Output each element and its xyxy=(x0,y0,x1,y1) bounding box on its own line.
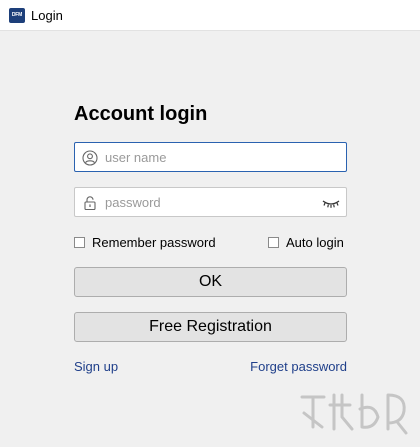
auto-login-checkbox[interactable] xyxy=(268,236,279,248)
window-title: Login xyxy=(31,8,63,23)
eye-closed-icon[interactable] xyxy=(322,196,340,210)
lock-icon xyxy=(84,196,96,211)
auto-login-label: Auto login xyxy=(286,234,344,250)
forget-password-link[interactable]: Forget password xyxy=(250,359,347,374)
sign-up-link[interactable]: Sign up xyxy=(74,359,118,374)
free-registration-button[interactable]: Free Registration xyxy=(74,312,347,342)
ok-button[interactable]: OK xyxy=(74,267,347,297)
remember-password-option[interactable]: Remember password xyxy=(74,234,216,250)
remember-password-label: Remember password xyxy=(92,234,216,250)
username-field[interactable] xyxy=(74,142,347,172)
auto-login-option[interactable]: Auto login xyxy=(268,234,344,250)
username-input[interactable] xyxy=(105,143,320,171)
app-logo-icon: DFM xyxy=(9,8,25,23)
watermark-logo-icon xyxy=(300,393,408,435)
title-bar[interactable]: DFM Login xyxy=(0,0,420,31)
user-icon xyxy=(82,150,98,166)
page-title: Account login xyxy=(74,103,208,125)
password-field[interactable] xyxy=(74,187,347,217)
password-input[interactable] xyxy=(105,188,320,216)
remember-password-checkbox[interactable] xyxy=(74,236,85,248)
